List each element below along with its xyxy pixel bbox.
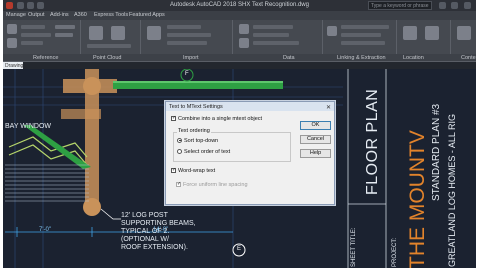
sort-top-down-radio[interactable] <box>177 137 182 143</box>
sort-label: Sort top-down <box>184 138 219 144</box>
select-order-label: Select order of text <box>184 149 231 155</box>
select-order-row[interactable]: Select order of text <box>177 148 231 155</box>
help-icon[interactable] <box>451 2 458 9</box>
greatland-label: GREATLAND LOG HOMES - ALL RIG <box>447 113 457 267</box>
text-ordering-group <box>173 132 291 162</box>
content-panel <box>451 20 476 54</box>
word-wrap-row[interactable]: Word-wrap text <box>171 167 216 174</box>
attach-icon[interactable] <box>7 24 17 34</box>
bay-window-label: BAY WINDOW <box>5 123 52 130</box>
tab-output[interactable]: Output <box>28 12 45 18</box>
update-fields-icon[interactable] <box>239 38 249 48</box>
import-icon[interactable] <box>147 26 161 40</box>
sheet-title-label: SHEET TITLE: <box>351 227 357 267</box>
location-panel <box>397 20 451 54</box>
window-controls-icon[interactable] <box>464 2 471 9</box>
dialog-title: Text to MText Settings <box>166 102 334 111</box>
combine-label: Combine into a single mtext object <box>178 116 263 122</box>
text-to-mtext-settings-dialog: Text to MText Settings ✕ Combine into a … <box>165 101 335 205</box>
project-label: PROJECT: <box>392 237 398 267</box>
ok-button[interactable]: OK <box>300 121 331 130</box>
ribbon-panel-titles: Reference Point Cloud Import Data Linkin… <box>3 54 476 62</box>
data-link-icon[interactable] <box>327 26 337 36</box>
close-icon[interactable]: ✕ <box>326 104 331 111</box>
panel-title-reference[interactable]: Reference <box>33 55 58 61</box>
standard-plan-label: STANDARD PLAN #3 <box>431 103 442 201</box>
tab-featured-apps[interactable]: Featured Apps <box>129 12 165 18</box>
combine-row[interactable]: Combine into a single mtext object <box>171 115 263 122</box>
deck-hatch <box>5 164 89 202</box>
set-location-icon[interactable] <box>403 26 417 40</box>
panel-title-data[interactable]: Data <box>283 55 295 61</box>
tab-manage[interactable]: Manage <box>6 12 26 18</box>
timber-beam <box>61 69 117 216</box>
select-order-radio[interactable] <box>177 148 182 154</box>
ordering-label: Text ordering <box>177 128 211 134</box>
tab-add-ins[interactable]: Add-ins <box>50 12 69 18</box>
green-diagonal <box>23 125 91 169</box>
point-cloud-attach-icon[interactable] <box>89 26 103 40</box>
clip-icon[interactable] <box>7 38 17 48</box>
leader-line <box>100 208 121 220</box>
tab-a360[interactable]: A360 <box>74 12 87 18</box>
content-icon[interactable] <box>457 26 471 40</box>
force-spacing-label: Force uniform line spacing <box>183 182 248 188</box>
panel-title-import[interactable]: Import <box>183 55 199 61</box>
sort-row[interactable]: Sort top-down <box>177 137 219 144</box>
green-beam <box>113 81 283 89</box>
combine-checkbox[interactable] <box>171 115 176 121</box>
autocad-window: Autodesk AutoCAD 2018 SHX Text Recogniti… <box>3 0 476 268</box>
import-panel <box>141 20 233 54</box>
geolocation-icon[interactable] <box>425 26 439 40</box>
panel-title-point-cloud[interactable]: Point Cloud <box>93 55 121 61</box>
title-bar: Autodesk AutoCAD 2018 SHX Text Recogniti… <box>3 0 476 11</box>
tab-express-tools[interactable]: Express Tools <box>94 12 128 18</box>
linking-panel <box>323 20 397 54</box>
grid-marker-e-label: E <box>237 246 242 252</box>
word-wrap-label: Word-wrap text <box>178 168 216 174</box>
reference-panel <box>3 20 81 54</box>
force-spacing-row: Force uniform line spacing <box>176 181 248 188</box>
dimension-label-left: 7'-0" <box>39 227 51 233</box>
field-icon[interactable] <box>239 24 249 34</box>
mountain-title: THE MOUNTV <box>406 130 429 268</box>
force-spacing-checkbox <box>176 181 181 187</box>
floor-plan-title: FLOOR PLAN <box>364 88 381 195</box>
help-button[interactable]: Help <box>300 149 331 158</box>
document-tabs: Drawing <box>3 62 476 69</box>
cancel-button[interactable]: Cancel <box>300 135 331 144</box>
search-input[interactable]: Type a keyword or phrase <box>368 1 432 10</box>
user-icon[interactable] <box>439 2 446 9</box>
panel-title-content[interactable]: Conte <box>461 55 476 61</box>
word-wrap-checkbox[interactable] <box>171 167 176 173</box>
tab-drawing[interactable]: Drawing <box>3 62 23 69</box>
panel-title-location[interactable]: Location <box>403 55 424 61</box>
panel-title-linking[interactable]: Linking & Extraction <box>337 55 386 61</box>
grid-marker-f-label: F <box>185 71 189 77</box>
ribbon-body <box>3 20 476 54</box>
data-panel <box>233 20 323 54</box>
ribbon-tabs: Manage Output Add-ins A360 Express Tools… <box>3 11 476 20</box>
point-cloud-autodesk-icon[interactable] <box>111 26 125 40</box>
dimension-label-mid: 14'-0" <box>153 227 169 233</box>
point-cloud-panel <box>81 20 141 54</box>
